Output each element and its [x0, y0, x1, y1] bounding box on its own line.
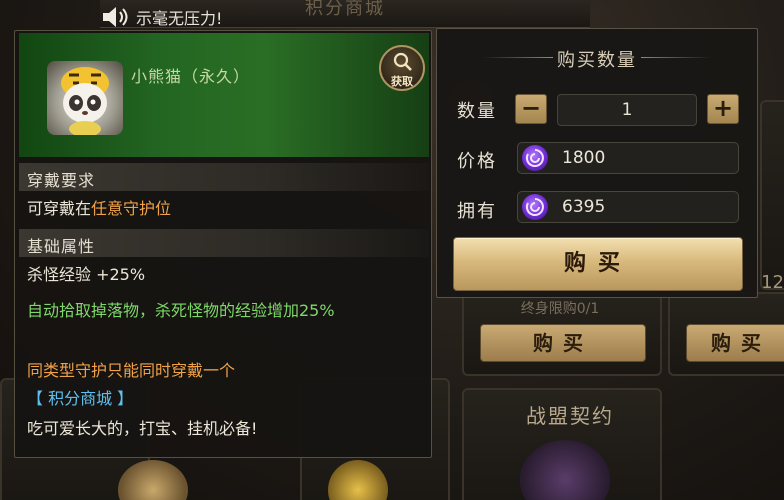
owned-value: 6395 — [562, 197, 606, 217]
purchase-quantity-panel: 购买数量 数量 − 1 + 价格 1800 拥有 6395 购买 — [436, 28, 758, 298]
get-source-label: 获取 — [391, 75, 413, 88]
shop-buy-button[interactable]: 购买 — [480, 324, 646, 362]
announcement-bar: 示毫无压力! — [100, 4, 222, 30]
owned-field: 6395 — [517, 191, 739, 223]
flavor-text: 吃可爱长大的，打宝、挂机必备! — [27, 419, 258, 438]
attribute-line: 杀怪经验 +25% — [27, 265, 146, 284]
speaker-icon — [103, 7, 128, 27]
plus-icon: + — [712, 94, 734, 122]
requirement-section-header: 穿戴要求 — [19, 163, 429, 191]
purchase-limit-text: 终身限购0/1 — [520, 301, 600, 317]
owned-label: 拥有 — [457, 201, 497, 222]
source-text: 【 积分商城 】 — [27, 389, 134, 408]
price-label: 价格 — [457, 151, 497, 172]
price-field: 1800 — [517, 142, 739, 174]
item-detail-panel: 小熊猫（永久） 获取 穿戴要求 可穿戴在任意守护位 基础属性 杀怪经验 +25%… — [14, 30, 432, 458]
attribute-section-title: 基础属性 — [27, 237, 96, 256]
increment-button[interactable]: + — [707, 94, 739, 124]
shop-item-card — [760, 100, 784, 290]
announcement-text: 示毫无压力! — [136, 9, 223, 28]
side-number: 12 — [761, 272, 784, 293]
item-name: 小熊猫（永久） — [131, 67, 251, 86]
effect-description: 自动拾取掉落物，杀死怪物的经验增加25% — [27, 301, 335, 320]
requirement-section-title: 穿戴要求 — [27, 171, 96, 190]
purchase-panel-title: 购买数量 — [557, 50, 637, 71]
requirement-line: 可穿戴在任意守护位 — [27, 195, 171, 219]
restriction-text: 同类型守护只能同时穿戴一个 — [27, 361, 236, 380]
shop-buy-button[interactable]: 购买 — [686, 324, 784, 362]
price-value: 1800 — [562, 148, 606, 168]
currency-gem-icon — [522, 194, 548, 220]
requirement-slot: 任意守护位 — [91, 199, 172, 218]
red-panda-pet-icon — [47, 61, 123, 135]
buy-button[interactable]: 购买 — [453, 237, 743, 291]
magnifier-icon — [393, 52, 412, 71]
decrement-button[interactable]: − — [515, 94, 547, 124]
alliance-contract-title: 战盟契约 — [526, 404, 614, 428]
requirement-prefix: 可穿戴在 — [27, 199, 92, 218]
quantity-label: 数量 — [457, 101, 497, 122]
quantity-input[interactable]: 1 — [557, 94, 697, 126]
attribute-section-header: 基础属性 — [19, 229, 429, 257]
currency-gem-icon — [522, 145, 548, 171]
item-header: 小熊猫（永久） 获取 — [19, 33, 429, 157]
get-source-button[interactable]: 获取 — [379, 45, 425, 91]
minus-icon: − — [520, 94, 542, 122]
